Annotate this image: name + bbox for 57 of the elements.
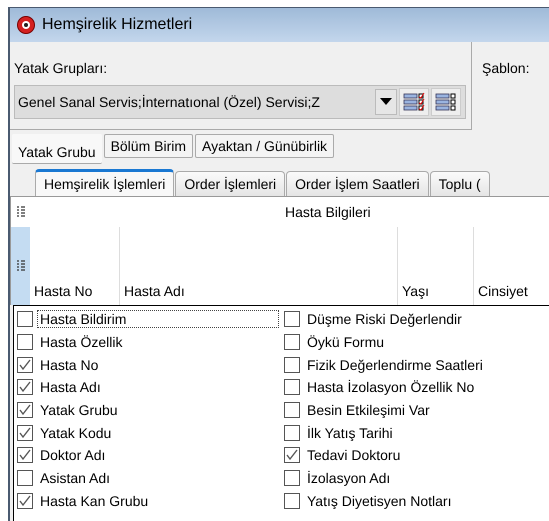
dropdown-button[interactable] [375, 89, 397, 115]
checked-list-icon [403, 92, 425, 112]
checkbox[interactable] [17, 447, 33, 464]
template-label: Şablon: [482, 60, 530, 76]
column-option[interactable]: Öykü Formu [304, 333, 388, 352]
checkbox[interactable] [284, 379, 300, 396]
group-tab[interactable]: Ayaktan / Günübirlik [195, 134, 334, 158]
checkbox[interactable] [17, 311, 33, 328]
column-option[interactable]: Hasta Adı [37, 378, 104, 396]
tab[interactable]: Order İşlem Saatleri [286, 171, 429, 196]
tab[interactable]: Toplu ( [430, 171, 490, 196]
checkbox[interactable] [17, 424, 33, 441]
column-option[interactable]: Asistan Adı [37, 469, 114, 488]
band-header: Hasta Bilgileri [284, 203, 372, 222]
group-tab[interactable]: Bölüm Birim [104, 134, 194, 158]
column-chooser-icon[interactable] [16, 260, 26, 272]
checkbox[interactable] [284, 311, 300, 328]
checkbox[interactable] [284, 447, 300, 464]
column-option[interactable]: Hasta Bildirim [37, 310, 279, 328]
list-icon [435, 92, 457, 112]
checkbox[interactable] [284, 470, 300, 486]
app-icon [16, 15, 36, 35]
clear-all-button[interactable] [431, 88, 461, 116]
checkbox[interactable] [284, 356, 300, 373]
column-option[interactable]: Yatak Kodu [37, 424, 114, 442]
checkbox[interactable] [284, 424, 300, 441]
column-option[interactable]: Hasta İzolasyon Özellik No [304, 378, 478, 396]
tab[interactable]: Hemşirelik İşlemleri [35, 169, 174, 196]
checkbox[interactable] [17, 492, 33, 509]
checkbox[interactable] [17, 402, 33, 418]
checkbox[interactable] [284, 492, 300, 509]
checkbox[interactable] [284, 334, 300, 350]
column-option[interactable]: Doktor Adı [37, 446, 108, 464]
column-option[interactable]: Hasta Kan Grubu [37, 492, 152, 510]
checkbox[interactable] [17, 470, 33, 486]
checkbox[interactable] [17, 379, 33, 396]
window-title: Hemşirelik Hizmetleri [42, 16, 192, 34]
checkbox[interactable] [284, 402, 300, 418]
checkbox[interactable] [17, 356, 33, 373]
tab[interactable]: Order İşlemleri [175, 171, 286, 196]
column-chooser-icon[interactable] [16, 206, 26, 218]
select-all-button[interactable] [399, 88, 429, 116]
bed-groups-label: Yatak Grupları: [14, 60, 108, 76]
column-option[interactable]: Tedavi Doktoru [304, 446, 404, 464]
caret-icon [380, 98, 392, 106]
column-option[interactable]: Besin Etkileşimi Var [304, 401, 433, 420]
column-option[interactable]: Yatış Diyetisyen Notları [304, 492, 454, 510]
column-option[interactable]: İlk Yatış Tarihi [304, 424, 396, 442]
column-header[interactable]: Cinsiyet [474, 227, 544, 305]
column-option[interactable]: Yatak Grubu [37, 401, 121, 420]
column-option[interactable]: Hasta No [37, 356, 102, 374]
group-tab[interactable]: Yatak Grubu [12, 134, 102, 164]
column-option[interactable]: Düşme Riski Değerlendir [304, 310, 465, 328]
checkbox[interactable] [17, 334, 33, 350]
column-option[interactable]: Fizik Değerlendirme Saatleri [304, 356, 486, 374]
column-option[interactable]: İzolasyon Adı [304, 469, 394, 488]
column-option[interactable]: Hasta Özellik [37, 333, 126, 352]
